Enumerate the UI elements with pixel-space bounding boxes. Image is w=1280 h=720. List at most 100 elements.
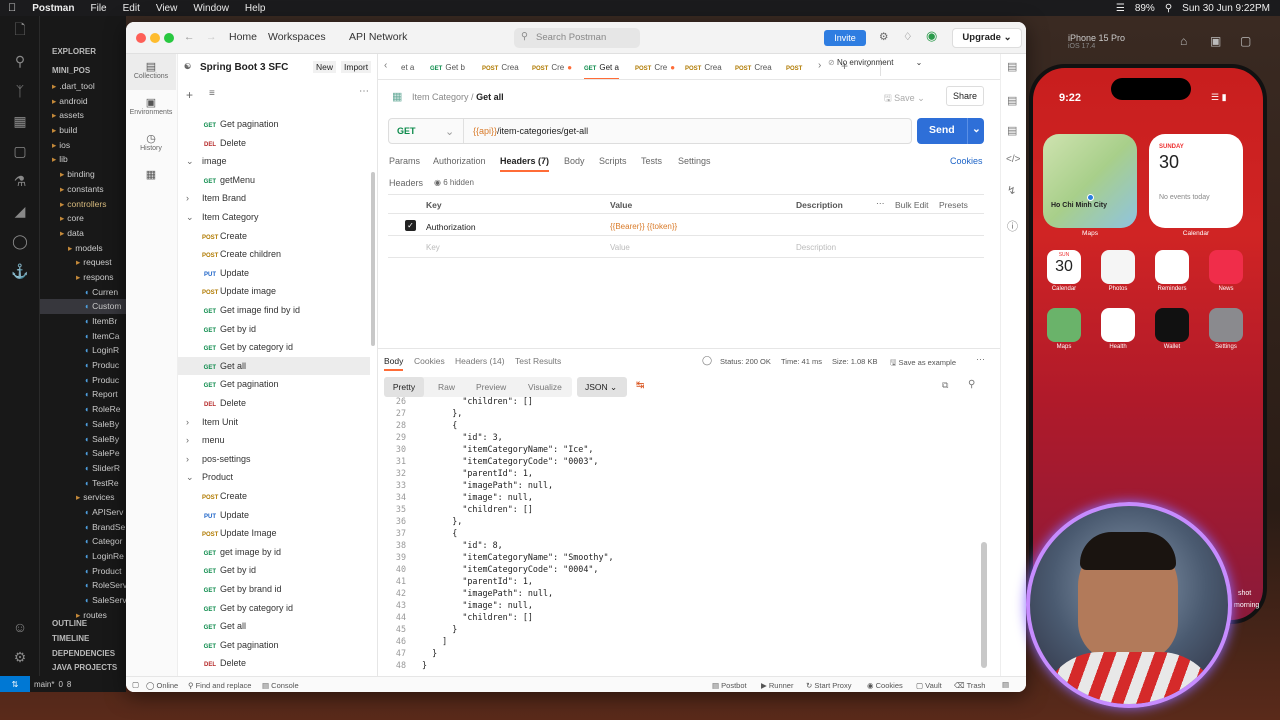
request-item[interactable]: GET Get all — [178, 356, 370, 376]
url-input[interactable]: {{api}}/item-categories/get-all — [473, 126, 588, 136]
environment-icon[interactable]: ▤ — [1007, 60, 1017, 73]
workspace-name[interactable]: Spring Boot 3 SFC — [200, 62, 288, 73]
folder-item[interactable]: ⌄ image — [178, 152, 370, 171]
vscode-tree-item[interactable]: ▸ controllers — [40, 197, 126, 212]
battery-percent[interactable]: 89% — [1135, 3, 1155, 14]
apple-icon[interactable]:  — [0, 2, 24, 14]
status-code[interactable]: Status: 200 OK — [720, 357, 771, 366]
header-enabled-checkbox[interactable]: ✓ — [405, 220, 416, 231]
layout-icon[interactable]: ▢ — [132, 680, 139, 689]
menu-view[interactable]: View — [148, 3, 186, 14]
code-scrollbar[interactable] — [981, 542, 987, 668]
request-item[interactable]: POST Update Image — [178, 524, 370, 543]
request-item[interactable]: GET Get by category id — [178, 599, 370, 618]
request-item[interactable]: DEL Delete — [178, 394, 370, 413]
vscode-tree-item[interactable]: ◖ Produc — [40, 358, 126, 373]
related-icon[interactable]: ↯ — [1007, 184, 1016, 197]
more-options-icon[interactable]: ⋯ — [976, 354, 985, 365]
search-input[interactable]: ⚲ Search Postman — [514, 28, 640, 48]
wifi-icon[interactable]: ☰ — [1116, 3, 1125, 14]
response-tab-body[interactable]: Body — [384, 356, 404, 371]
error-count[interactable]: 0 — [58, 680, 62, 689]
photos-app-icon[interactable] — [1101, 250, 1135, 284]
upgrade-button[interactable]: Upgrade ⌄ — [952, 28, 1022, 48]
menu-file[interactable]: File — [82, 3, 114, 14]
vault-button[interactable]: ▢ Vault — [916, 681, 942, 690]
runner-button[interactable]: ▶ Runner — [761, 681, 793, 690]
vscode-tree-item[interactable]: ◖ LoginRe — [40, 549, 126, 564]
close-window-icon[interactable] — [136, 33, 146, 43]
request-item[interactable]: PUT Update — [178, 506, 370, 525]
news-app-icon[interactable] — [1209, 250, 1243, 284]
request-tab[interactable]: GET Get b — [430, 63, 465, 72]
request-item[interactable]: GET Get by id — [178, 320, 370, 339]
chevron-left-icon[interactable]: ‹ — [384, 60, 387, 71]
vscode-java-projects[interactable]: JAVA PROJECTS — [52, 663, 117, 672]
wrap-lines-icon[interactable]: ↹ — [636, 380, 644, 391]
code-icon[interactable]: </> — [1006, 154, 1020, 165]
request-item[interactable]: GET Get all — [178, 617, 370, 636]
vscode-tree-item[interactable]: ▸ data — [40, 226, 126, 241]
request-item[interactable]: GET Get by brand id — [178, 580, 370, 599]
tab-authorization[interactable]: Authorization — [433, 156, 486, 166]
vscode-tree-item[interactable]: ▸ ios — [40, 138, 126, 153]
request-tab[interactable]: POST Crea — [482, 63, 519, 72]
vscode-dependencies[interactable]: DEPENDENCIES — [52, 649, 115, 658]
request-item[interactable]: GET Get by id — [178, 561, 370, 580]
format-select[interactable]: JSON ⌄ — [577, 377, 627, 397]
more-options-icon[interactable]: ⋯ — [876, 198, 885, 209]
calendar-app-icon[interactable]: SUN 30 — [1047, 250, 1081, 284]
request-tab[interactable]: POST — [786, 63, 805, 72]
home-icon[interactable]: ⌂ — [1180, 34, 1187, 48]
folder-item[interactable]: ⌄ Item Category — [178, 208, 370, 227]
comments-icon[interactable]: ▤ — [1007, 124, 1017, 137]
vscode-tree-item[interactable]: ◖ TestRe — [40, 476, 126, 491]
response-size[interactable]: Size: 1.08 KB — [832, 357, 877, 366]
header-value-cell[interactable]: {{Bearer}} {{token}} — [610, 222, 677, 231]
maps-app-icon[interactable] — [1047, 308, 1081, 342]
request-tab[interactable]: GET Get a — [584, 63, 619, 79]
docker-icon[interactable]: ⚓ — [0, 256, 40, 286]
request-item[interactable]: POST Create — [178, 487, 370, 506]
import-button[interactable]: Import — [341, 61, 372, 73]
minimize-window-icon[interactable] — [150, 33, 160, 43]
request-tab[interactable]: POST Cre ● — [635, 63, 675, 72]
workspaces-menu[interactable]: Workspaces — [268, 31, 326, 43]
files-icon[interactable]: 🗋 — [0, 16, 40, 46]
method-select[interactable]: GET — [397, 126, 416, 136]
vscode-tree-item[interactable]: ◖ SaleBy — [40, 432, 126, 447]
breadcrumb-current[interactable]: Get all — [476, 92, 504, 102]
view-raw[interactable]: Raw — [438, 382, 455, 392]
response-tab-headers[interactable]: Headers (14) — [455, 356, 505, 366]
settings-app-icon[interactable] — [1209, 308, 1243, 342]
forward-arrow-icon[interactable]: → — [206, 31, 217, 43]
folder-item[interactable]: › Item Brand — [178, 189, 370, 208]
vscode-tree-item[interactable]: ◖ Categor — [40, 534, 126, 549]
tab-settings[interactable]: Settings — [678, 156, 711, 166]
invite-button[interactable]: Invite — [824, 30, 866, 46]
copy-icon[interactable]: ⧉ — [942, 380, 948, 391]
request-item[interactable]: DEL Delete — [178, 134, 370, 153]
request-tab[interactable]: POST Crea — [735, 63, 772, 72]
search-icon[interactable]: ⚲ — [1165, 3, 1172, 14]
globe-icon[interactable]: ◯ — [702, 355, 712, 366]
response-tab-test-results[interactable]: Test Results — [515, 356, 561, 366]
tab-scripts[interactable]: Scripts — [599, 156, 627, 166]
account-icon[interactable]: ☺ — [0, 612, 40, 642]
notification-bell-icon[interactable]: ♢ — [903, 31, 912, 43]
find-replace-button[interactable]: ⚲ Find and replace — [188, 681, 251, 690]
search-icon[interactable]: ⚲ — [968, 379, 975, 390]
branch-name[interactable]: main* — [34, 680, 54, 689]
response-time[interactable]: Time: 41 ms — [781, 357, 822, 366]
vscode-tree-item[interactable]: ◖ APIServ — [40, 505, 126, 520]
more-options-icon[interactable]: ⋯ — [359, 86, 369, 97]
view-visualize[interactable]: Visualize — [528, 382, 562, 392]
vscode-tree-item[interactable]: ◖ BrandSe — [40, 520, 126, 535]
menu-window[interactable]: Window — [185, 3, 237, 14]
vscode-tree-item[interactable]: ▸ respons — [40, 270, 126, 285]
tab-headers[interactable]: Headers (7) — [500, 156, 550, 172]
vscode-tree-item[interactable]: ◖ Produc — [40, 373, 126, 388]
maps-widget[interactable]: Ho Chi Minh City — [1043, 134, 1137, 228]
testing-icon[interactable]: ⚗ — [0, 166, 40, 196]
clock[interactable]: Sun 30 Jun 9:22PM — [1182, 3, 1270, 14]
